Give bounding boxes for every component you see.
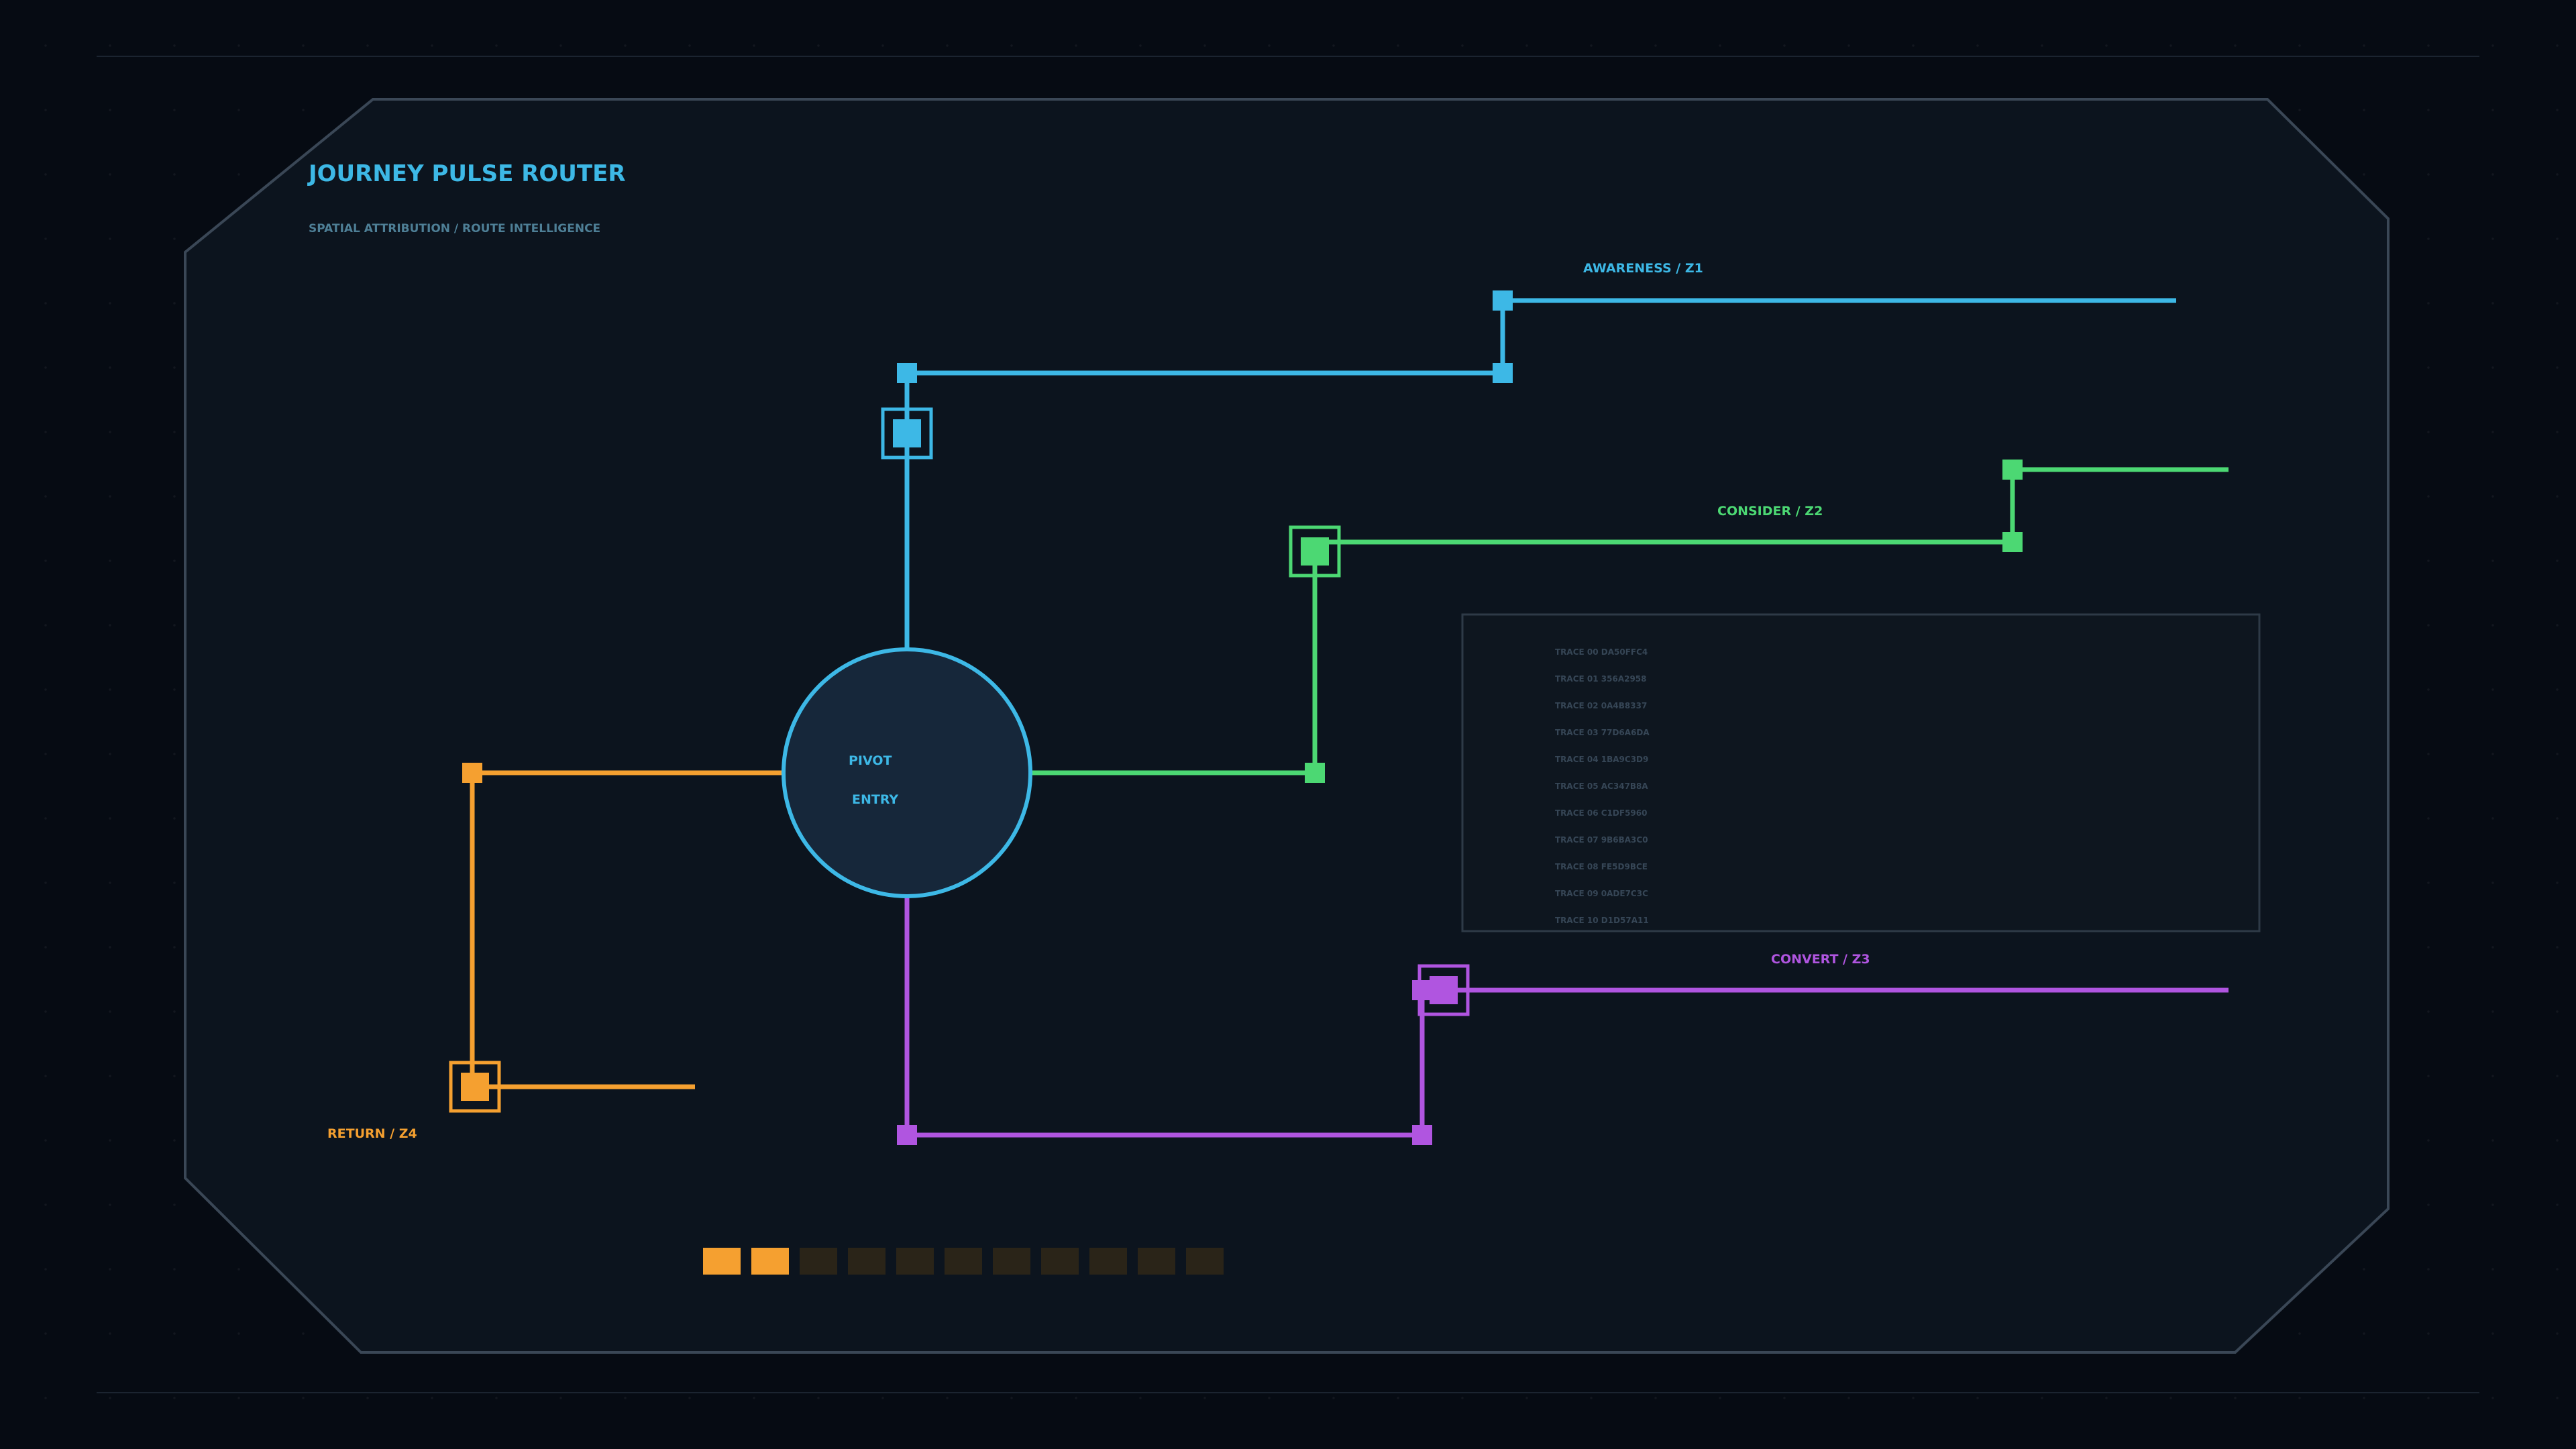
progress-segment-empty: [1186, 1248, 1224, 1275]
trace-entry: TRACE 10 D1D57A11: [1555, 916, 1649, 925]
progress-segment-empty: [993, 1248, 1030, 1275]
trace-entry: TRACE 06 C1DF5960: [1555, 808, 1647, 818]
route-label-return: RETURN / Z4: [327, 1126, 417, 1141]
progress-segment-empty: [945, 1248, 982, 1275]
router-canvas: JOURNEY PULSE ROUTER SPATIAL ATTRIBUTION…: [184, 98, 2390, 1354]
awareness-junction-node[interactable]: [1493, 290, 1513, 311]
pivot-entry-hub[interactable]: PIVOT ENTRY: [782, 647, 1032, 898]
trace-entry: TRACE 01 356A2958: [1555, 674, 1647, 684]
convert-junction-node[interactable]: [1412, 1125, 1432, 1145]
awareness-junction-node[interactable]: [897, 363, 917, 383]
trace-entry: TRACE 08 FE5D9BCE: [1555, 862, 1648, 871]
progress-segment-filled: [751, 1248, 789, 1275]
trace-entry: TRACE 09 0ADE7C3C: [1555, 889, 1648, 898]
hub-label-pivot: PIVOT: [849, 753, 892, 768]
progress-segment-empty: [1041, 1248, 1079, 1275]
consider-junction-node[interactable]: [1305, 763, 1325, 783]
progress-segment-empty: [800, 1248, 837, 1275]
progress-segment-filled: [703, 1248, 741, 1275]
trace-entry: TRACE 07 9B6BA3C0: [1555, 835, 1648, 845]
route-label-convert: CONVERT / Z3: [1771, 952, 1870, 967]
trace-entry: TRACE 05 AC347B8A: [1555, 782, 1648, 791]
page-title: JOURNEY PULSE ROUTER: [307, 160, 626, 187]
return-junction-node[interactable]: [462, 763, 482, 783]
consider-junction-node[interactable]: [2002, 532, 2023, 552]
progress-segment-empty: [1089, 1248, 1127, 1275]
consider-junction-node[interactable]: [2002, 460, 2023, 480]
hub-label-entry: ENTRY: [852, 792, 898, 807]
page-subtitle: SPATIAL ATTRIBUTION / ROUTE INTELLIGENCE: [309, 222, 600, 235]
route-label-consider: CONSIDER / Z2: [1717, 504, 1823, 519]
trace-entry: TRACE 02 0A4B8337: [1555, 701, 1647, 710]
trace-entry: TRACE 03 77D6A6DA: [1555, 728, 1650, 737]
progress-segment-empty: [848, 1248, 885, 1275]
awareness-junction-node[interactable]: [1493, 363, 1513, 383]
progress-segment-empty: [896, 1248, 934, 1275]
progress-segment-empty: [1138, 1248, 1175, 1275]
route-label-awareness: AWARENESS / Z1: [1583, 261, 1703, 276]
trace-entry: TRACE 04 1BA9C3D9: [1555, 755, 1648, 764]
convert-junction-node[interactable]: [1412, 980, 1432, 1000]
convert-junction-node[interactable]: [897, 1125, 917, 1145]
progress-segments: [703, 1248, 1224, 1275]
trace-entry: TRACE 00 DA50FFC4: [1555, 647, 1648, 657]
trace-log-panel: TRACE 00 DA50FFC4 TRACE 01 356A2958 TRACE …: [1461, 613, 2261, 932]
